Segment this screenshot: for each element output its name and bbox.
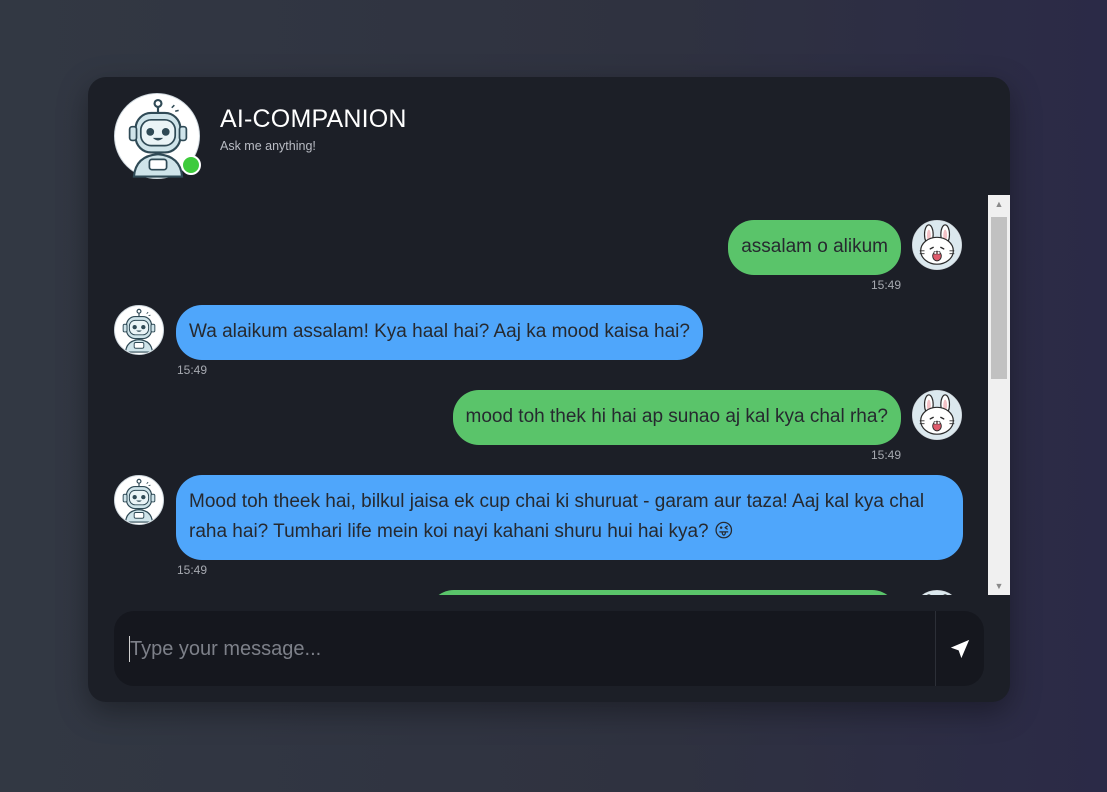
message-time: 15:49 (177, 363, 208, 377)
composer (114, 611, 984, 686)
bot-avatar (114, 475, 164, 525)
online-status-dot (181, 155, 201, 175)
message-time: 15:49 (870, 448, 901, 462)
bot-message-bubble: Mood toh theek hai, bilkul jaisa ek cup … (176, 475, 963, 560)
bot-avatar (114, 93, 201, 179)
message-time: 15:49 (870, 278, 901, 292)
bot-message-bubble: Wa alaikum assalam! Kya haal hai? Aaj ka… (176, 305, 703, 360)
bunny-icon (913, 221, 961, 269)
send-arrow-icon (950, 639, 970, 658)
bunny-icon (913, 391, 961, 439)
app-subtitle: Ask me anything! (220, 139, 316, 153)
app-title: AI-COMPANION (220, 105, 407, 133)
text-caret (129, 636, 130, 662)
bunny-icon (913, 591, 961, 595)
robot-icon (115, 476, 163, 524)
user-message-bubble: mood toh thek hi hai ap sunao aj kal kya… (452, 390, 901, 445)
user-avatar (912, 390, 962, 440)
message-time: 15:49 (177, 563, 208, 577)
arrow-down-icon[interactable]: ▼ (988, 577, 1010, 595)
user-avatar (912, 220, 962, 270)
message-scrollbar[interactable]: ▲ ▼ (988, 195, 1010, 595)
message-input[interactable] (128, 611, 932, 686)
user-avatar (912, 590, 962, 595)
message-list[interactable]: assalam o alikum 15:49 Wa alaikum assala… (88, 195, 1010, 595)
chat-header: AI-COMPANION Ask me anything! (88, 77, 1010, 195)
chat-window: AI-COMPANION Ask me anything! assalam o … (88, 77, 1010, 702)
user-message-bubble-partial (428, 590, 898, 595)
user-message-bubble: assalam o alikum (728, 220, 901, 275)
scrollbar-thumb[interactable] (991, 217, 1007, 379)
robot-icon (115, 306, 163, 354)
bot-avatar (114, 305, 164, 355)
send-button[interactable] (935, 611, 984, 686)
arrow-up-icon[interactable]: ▲ (988, 195, 1010, 213)
